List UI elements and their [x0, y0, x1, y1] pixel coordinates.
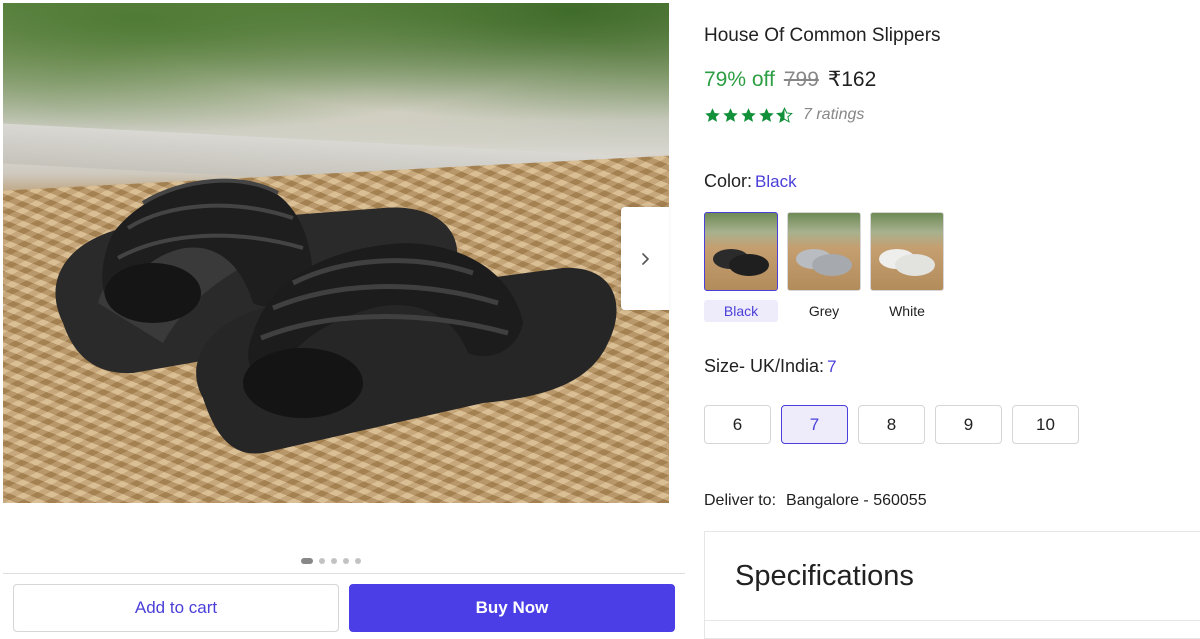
original-price: 799 — [783, 68, 819, 91]
size-heading: Size- UK/India: 7 — [704, 356, 837, 377]
color-swatches: Black Grey White — [704, 212, 944, 322]
color-option-label: White — [889, 303, 925, 319]
color-option-black[interactable]: Black — [704, 212, 778, 322]
color-option-label: Black — [704, 300, 778, 322]
delivery-label: Deliver to: — [704, 492, 777, 509]
specifications-title: Specifications — [735, 560, 914, 592]
size-option-8[interactable]: 8 — [858, 405, 925, 444]
divider — [705, 620, 1200, 621]
specifications-card: Specifications — [704, 531, 1200, 639]
delivery-info[interactable]: Deliver to: Bangalore - 560055 — [704, 492, 927, 510]
size-options: 6 7 8 9 10 — [704, 405, 1079, 444]
add-to-cart-button[interactable]: Add to cart — [13, 584, 339, 632]
size-label: Size- UK/India: — [704, 356, 825, 376]
star-rating — [704, 106, 793, 124]
color-heading: Color: Black — [704, 171, 797, 192]
color-option-white[interactable]: White — [870, 212, 944, 322]
product-gallery: Add to cart Buy Now — [0, 0, 688, 639]
star-half-icon — [776, 106, 793, 123]
carousel-dot[interactable] — [319, 558, 325, 564]
color-option-grey[interactable]: Grey — [787, 212, 861, 322]
slide-thumbnail-illustration — [796, 248, 852, 276]
color-thumbnail — [870, 212, 944, 291]
action-bar: Add to cart Buy Now — [3, 573, 685, 639]
star-icon — [723, 107, 738, 122]
star-icon — [741, 107, 756, 122]
discount-percent: 79% off — [704, 68, 775, 91]
size-option-9[interactable]: 9 — [935, 405, 1002, 444]
next-image-button[interactable] — [621, 207, 669, 310]
product-info: House Of Common Slippers 79% off 799 ₹16… — [704, 0, 1200, 639]
carousel-dot[interactable] — [331, 558, 337, 564]
carousel-dots — [301, 558, 361, 564]
delivery-location: Bangalore - 560055 — [786, 492, 927, 509]
color-thumbnail — [787, 212, 861, 291]
selected-color: Black — [755, 172, 797, 191]
size-option-6[interactable]: 6 — [704, 405, 771, 444]
product-image[interactable] — [3, 3, 669, 503]
price-row: 79% off 799 ₹162 — [704, 67, 876, 92]
product-title: House Of Common Slippers — [704, 25, 941, 46]
slide-thumbnail-illustration — [879, 248, 935, 276]
size-option-7[interactable]: 7 — [781, 405, 848, 444]
size-option-10[interactable]: 10 — [1012, 405, 1079, 444]
selected-size: 7 — [827, 357, 837, 376]
carousel-dot[interactable] — [301, 558, 313, 564]
slides-illustration — [55, 178, 617, 454]
color-thumbnail — [704, 212, 778, 291]
star-icon — [705, 107, 720, 122]
rating-row[interactable]: 7 ratings — [704, 106, 864, 124]
color-option-label: Grey — [808, 303, 840, 319]
color-label: Color: — [704, 171, 753, 191]
chevron-right-icon — [642, 252, 649, 265]
buy-now-button[interactable]: Buy Now — [349, 584, 675, 632]
carousel-dot[interactable] — [343, 558, 349, 564]
ratings-count: 7 ratings — [803, 106, 865, 123]
star-icon — [759, 107, 774, 122]
selling-price: ₹162 — [827, 68, 877, 91]
carousel-dot[interactable] — [355, 558, 361, 564]
slide-thumbnail-illustration — [713, 248, 769, 276]
